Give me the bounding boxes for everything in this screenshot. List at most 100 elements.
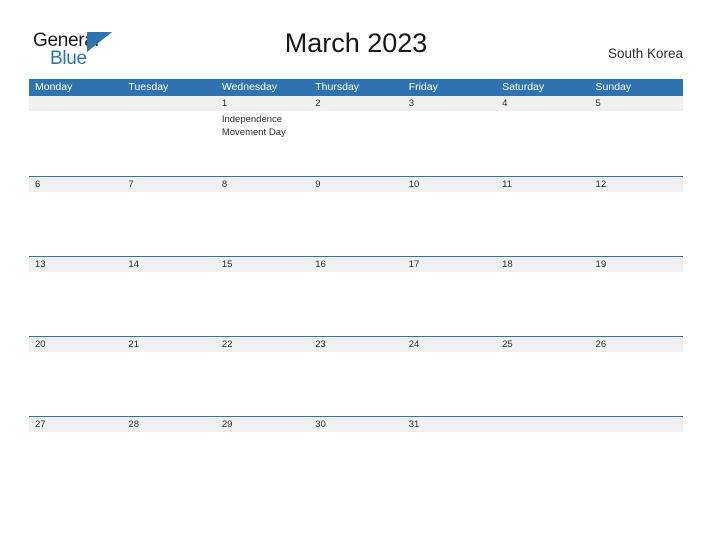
weekday-header-wednesday: Wednesday — [221, 81, 278, 93]
day-cell[interactable] — [496, 352, 589, 415]
day-number[interactable]: 16 — [309, 257, 402, 272]
day-number[interactable]: 20 — [29, 337, 122, 352]
day-cell[interactable] — [216, 432, 309, 495]
brand-logo[interactable]: General Blue — [33, 30, 133, 70]
day-cell[interactable] — [496, 111, 589, 174]
day-cell[interactable] — [590, 111, 683, 174]
weekday-header-sunday: Sunday — [595, 81, 632, 93]
day-cell — [590, 432, 683, 495]
day-number[interactable]: 9 — [309, 177, 402, 192]
calendar-week-row: 27 28 29 30 31 — [29, 416, 683, 496]
day-number[interactable]: 30 — [309, 417, 402, 432]
day-number[interactable]: 23 — [309, 337, 402, 352]
day-cell[interactable] — [309, 111, 402, 174]
calendar-week-row: 6 7 8 9 10 11 12 — [29, 176, 683, 256]
day-number[interactable]: 11 — [496, 177, 589, 192]
day-cell[interactable] — [122, 352, 215, 415]
day-number[interactable]: 24 — [403, 337, 496, 352]
day-cell[interactable] — [216, 352, 309, 415]
day-cell[interactable] — [309, 432, 402, 495]
calendar-week-row: 1 2 3 4 5 Independence Movement Day — [29, 96, 683, 176]
day-number[interactable]: 28 — [122, 417, 215, 432]
weekday-header-tuesday: Tuesday — [128, 81, 169, 93]
day-cell[interactable]: Independence Movement Day — [216, 111, 309, 174]
day-number[interactable]: 14 — [122, 257, 215, 272]
day-number[interactable]: 21 — [122, 337, 215, 352]
week-date-band: 13 14 15 16 17 18 19 — [29, 257, 683, 272]
day-cell[interactable] — [403, 352, 496, 415]
calendar-week-row: 13 14 15 16 17 18 19 — [29, 256, 683, 336]
day-cell[interactable] — [403, 432, 496, 495]
calendar-weeks: 1 2 3 4 5 Independence Movement Day 6 7 8 9 10 11 12… — [29, 96, 683, 496]
day-cell[interactable] — [309, 192, 402, 255]
week-event-body — [29, 432, 683, 495]
day-cell — [29, 111, 122, 174]
day-cell[interactable] — [29, 432, 122, 495]
day-cell — [122, 111, 215, 174]
weekday-header-monday: Monday — [35, 81, 73, 93]
day-number[interactable]: 13 — [29, 257, 122, 272]
day-number[interactable]: 15 — [216, 257, 309, 272]
day-cell — [496, 432, 589, 495]
day-cell[interactable] — [496, 192, 589, 255]
day-number[interactable]: 18 — [496, 257, 589, 272]
week-event-body — [29, 192, 683, 255]
week-event-body: Independence Movement Day — [29, 111, 683, 174]
day-cell[interactable] — [590, 272, 683, 335]
day-number[interactable]: 4 — [496, 96, 589, 111]
day-cell[interactable] — [29, 192, 122, 255]
day-number[interactable]: 29 — [216, 417, 309, 432]
day-cell[interactable] — [496, 272, 589, 335]
weekday-header-thursday: Thursday — [315, 81, 360, 93]
day-number[interactable]: 31 — [403, 417, 496, 432]
week-event-body — [29, 272, 683, 335]
day-number[interactable]: 6 — [29, 177, 122, 192]
week-date-band: 20 21 22 23 24 25 26 — [29, 337, 683, 352]
day-cell[interactable] — [590, 192, 683, 255]
day-number[interactable]: 2 — [309, 96, 402, 111]
day-cell[interactable] — [29, 272, 122, 335]
brand-logo-triangle-icon — [87, 32, 112, 52]
day-number-empty — [496, 417, 589, 432]
region-label: South Korea — [607, 46, 683, 61]
week-date-band: 6 7 8 9 10 11 12 — [29, 177, 683, 192]
day-number[interactable]: 10 — [403, 177, 496, 192]
day-number[interactable]: 27 — [29, 417, 122, 432]
calendar-table: Monday Tuesday Wednesday Thursday Friday… — [29, 79, 683, 496]
week-date-band: 27 28 29 30 31 — [29, 417, 683, 432]
day-number[interactable]: 5 — [590, 96, 683, 111]
day-cell[interactable] — [122, 272, 215, 335]
day-number[interactable]: 12 — [590, 177, 683, 192]
day-cell[interactable] — [403, 192, 496, 255]
day-number[interactable]: 3 — [403, 96, 496, 111]
day-number[interactable]: 1 — [216, 96, 309, 111]
day-number[interactable]: 17 — [403, 257, 496, 272]
brand-logo-blue-text: Blue — [50, 48, 87, 69]
day-number[interactable]: 25 — [496, 337, 589, 352]
day-number[interactable]: 7 — [122, 177, 215, 192]
day-number[interactable]: 22 — [216, 337, 309, 352]
day-number-empty — [590, 417, 683, 432]
day-number[interactable]: 8 — [216, 177, 309, 192]
day-cell[interactable] — [216, 192, 309, 255]
week-event-body — [29, 352, 683, 415]
week-date-band: 12345 — [29, 96, 683, 111]
weekday-header-saturday: Saturday — [502, 81, 545, 93]
day-cell[interactable] — [590, 352, 683, 415]
page-header: General Blue March 2023 South Korea — [0, 0, 712, 79]
weekday-header-row: Monday Tuesday Wednesday Thursday Friday… — [29, 79, 683, 96]
day-cell[interactable] — [309, 272, 402, 335]
day-cell[interactable] — [216, 272, 309, 335]
day-number[interactable]: 26 — [590, 337, 683, 352]
day-number-empty — [29, 96, 122, 111]
day-number[interactable]: 19 — [590, 257, 683, 272]
day-number-empty — [122, 96, 215, 111]
day-cell[interactable] — [122, 192, 215, 255]
day-cell[interactable] — [29, 352, 122, 415]
day-cell[interactable] — [403, 111, 496, 174]
day-cell[interactable] — [403, 272, 496, 335]
day-cell[interactable] — [309, 352, 402, 415]
day-cell[interactable] — [122, 432, 215, 495]
calendar-week-row: 20 21 22 23 24 25 26 — [29, 336, 683, 416]
day-event-label: Independence Movement Day — [221, 114, 286, 138]
